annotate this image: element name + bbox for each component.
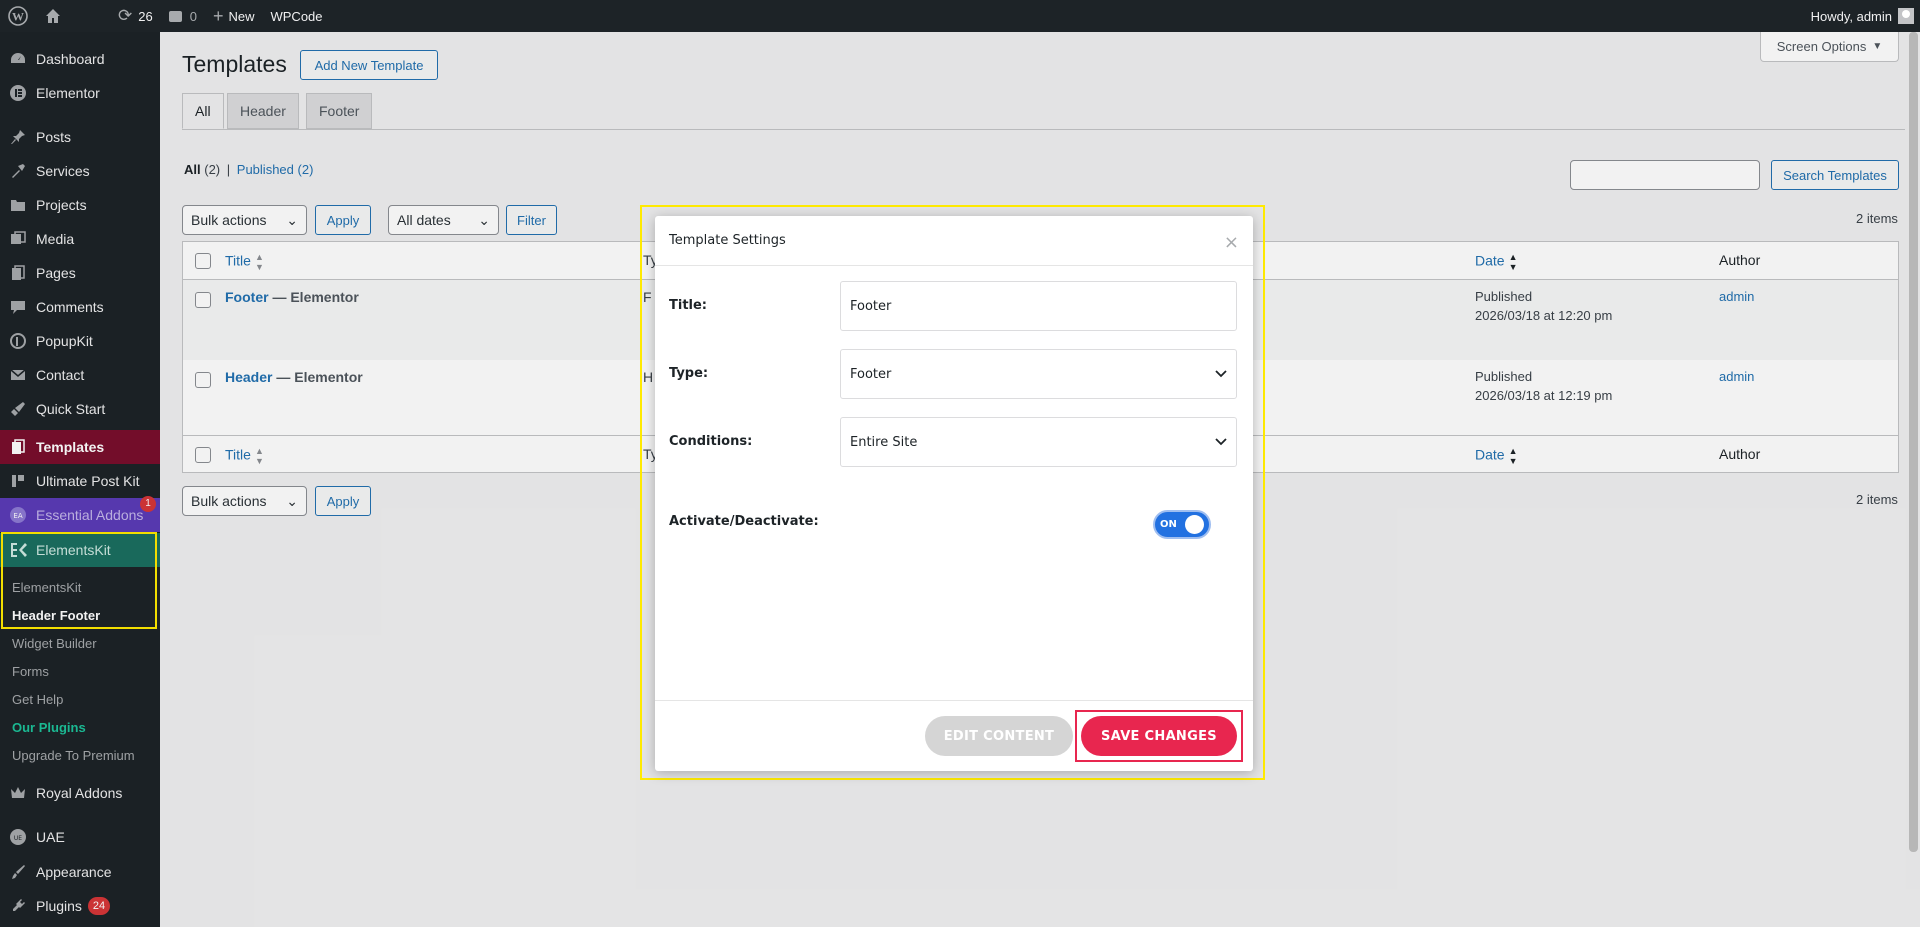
modal-title: Template Settings xyxy=(669,233,786,248)
edit-content-button[interactable]: EDIT CONTENT xyxy=(925,716,1073,756)
comments-link[interactable]: 0 xyxy=(161,0,205,32)
svg-text:W: W xyxy=(12,10,24,24)
updates-icon: ⟳ xyxy=(118,6,133,25)
title-field[interactable]: Footer xyxy=(840,281,1237,331)
type-select-value: Footer xyxy=(850,366,892,382)
conditions-label: Conditions: xyxy=(669,434,753,449)
wpcode-label: WPCode xyxy=(270,8,323,24)
close-icon[interactable]: × xyxy=(1224,232,1239,253)
howdy-text: Howdy, admin xyxy=(1810,8,1892,24)
wpcode-link[interactable]: WPCode xyxy=(262,0,330,32)
comment-icon xyxy=(168,10,182,22)
activate-deactivate-label: Activate/Deactivate: xyxy=(669,514,819,529)
admin-bar: W ⟳ 26 0 + New WPCode Howdy, admin xyxy=(0,0,1920,32)
new-label: New xyxy=(228,8,255,24)
plus-icon: + xyxy=(212,5,224,26)
conditions-select[interactable]: Entire Site xyxy=(840,417,1237,467)
wordpress-logo-icon[interactable]: W xyxy=(0,0,36,32)
activate-toggle[interactable]: ON xyxy=(1153,510,1211,539)
updates-link[interactable]: ⟳ 26 xyxy=(110,0,161,32)
toggle-knob xyxy=(1185,515,1204,534)
my-account[interactable]: Howdy, admin xyxy=(1811,0,1914,32)
avatar xyxy=(1898,8,1914,24)
new-content-link[interactable]: + New xyxy=(205,0,263,32)
updates-count: 26 xyxy=(138,8,153,24)
modal-footer-divider xyxy=(655,700,1253,701)
type-label: Type: xyxy=(669,366,709,381)
title-label: Title: xyxy=(669,298,708,313)
chevron-down-icon xyxy=(1215,367,1227,382)
template-settings-modal: Template Settings × Title: Footer Type: … xyxy=(655,216,1253,771)
chevron-down-icon xyxy=(1215,435,1227,450)
comments-count: 0 xyxy=(189,8,197,24)
modal-header: Template Settings xyxy=(655,216,1253,266)
save-button-highlight-box xyxy=(1075,710,1243,762)
conditions-select-value: Entire Site xyxy=(850,434,918,450)
home-icon[interactable] xyxy=(36,0,70,32)
toggle-state-label: ON xyxy=(1160,519,1177,530)
type-select[interactable]: Footer xyxy=(840,349,1237,399)
title-field-value: Footer xyxy=(850,298,892,314)
